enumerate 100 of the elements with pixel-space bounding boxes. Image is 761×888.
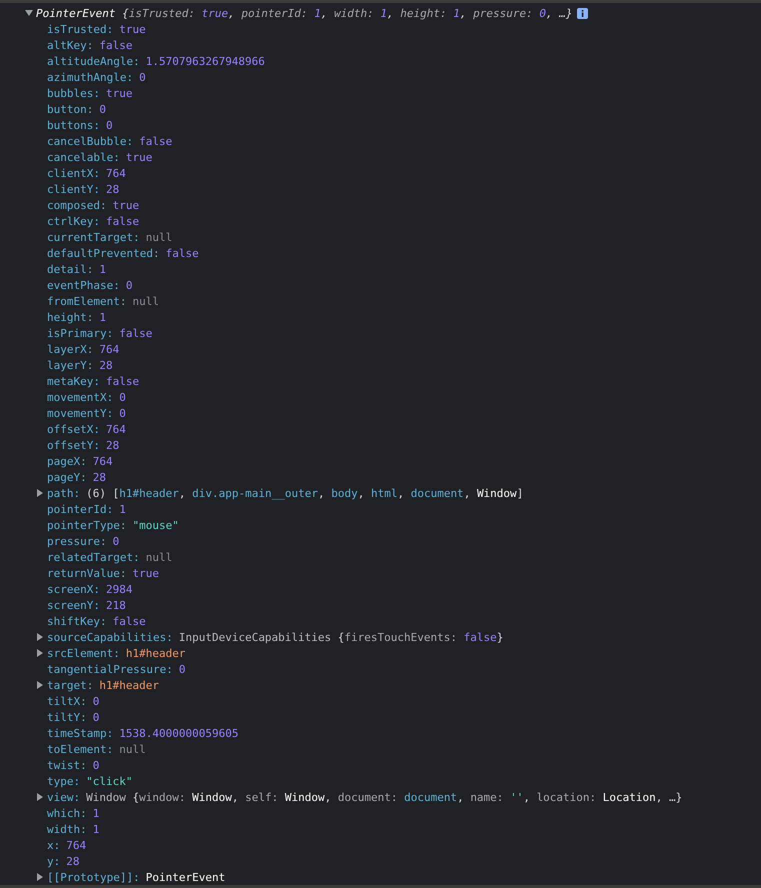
property-name: twist: (47, 758, 87, 772)
property-value: 28 (66, 854, 80, 868)
info-icon[interactable] (576, 8, 588, 18)
property-value: 0 (119, 406, 126, 420)
property-value: 28 (92, 470, 106, 484)
property-value: false (106, 374, 140, 388)
property-value: 1 (92, 806, 100, 820)
property-name: path: (47, 486, 80, 500)
property-value: 0 (92, 758, 100, 772)
property-name: cancelable: (47, 150, 120, 164)
property-name: [[Prototype]]: (47, 870, 140, 884)
property-value: h1#header (99, 678, 159, 692)
property-value: "click" (86, 774, 132, 788)
property-value: false (119, 326, 152, 340)
property-name: pageX: (47, 454, 87, 468)
property-name: target: (47, 678, 94, 692)
property-value: 764 (106, 166, 126, 180)
property-value: null (146, 230, 172, 244)
property-name: fromElement: (47, 294, 126, 308)
property-name: type: (47, 774, 80, 788)
property-value: null (132, 294, 159, 308)
property-name: layerY: (47, 358, 94, 372)
property-value: true (126, 150, 152, 164)
property-value: true (119, 22, 146, 36)
property-value: false (106, 214, 140, 228)
property-value: 0 (99, 102, 106, 116)
property-name: offsetY: (47, 438, 100, 452)
property-name: y: (47, 854, 60, 868)
property-value: 0 (139, 70, 146, 84)
property-name: cancelBubble: (47, 134, 134, 148)
property-name: toElement: (47, 742, 114, 756)
property-value: 218 (106, 598, 126, 612)
property-name: pointerType: (47, 518, 126, 532)
property-value: true (112, 198, 140, 212)
property-name: composed: (47, 198, 107, 212)
property-value: h1#header (126, 646, 186, 660)
property-value: 1 (99, 310, 106, 324)
property-name: shiftKey: (47, 614, 107, 628)
property-value: true (106, 86, 132, 100)
property-name: screenX: (47, 582, 100, 596)
property-name: timeStamp: (47, 726, 114, 740)
property-value: 764 (99, 342, 120, 356)
property-name: pressure: (47, 534, 107, 548)
property-name: ctrlKey: (47, 214, 100, 228)
property-value: 28 (99, 358, 113, 372)
property-value: true (132, 566, 159, 580)
object-preview: PointerEvent {isTrusted: true, pointerId: 1, width: 1, height: 1, pressure: 0, …} (36, 6, 573, 20)
property-name: srcElement: (47, 646, 120, 660)
property-value: 2984 (106, 582, 132, 596)
property-value: (6) [h1#header, div.app-main__outer, body, html, document, Window] (86, 486, 524, 500)
property-name: detail: (47, 262, 94, 276)
property-name: tiltX: (47, 694, 87, 708)
property-name: tangentialPressure: (47, 662, 173, 676)
property-value: 764 (92, 454, 113, 468)
property-name: bubbles: (47, 86, 100, 100)
property-name: height: (47, 310, 94, 324)
property-value: 0 (106, 118, 113, 132)
property-name: clientY: (47, 182, 100, 196)
property-value: 28 (106, 438, 120, 452)
property-name: defaultPrevented: (47, 246, 160, 260)
property-value: 764 (106, 422, 126, 436)
property-value: 764 (66, 838, 86, 852)
property-name: returnValue: (47, 566, 126, 580)
property-name: buttons: (47, 118, 100, 132)
property-value: 1 (99, 262, 106, 276)
expand-triangle-icon[interactable] (36, 489, 44, 497)
property-value: 0 (126, 278, 132, 292)
expand-triangle-icon[interactable] (36, 793, 44, 801)
property-name: x: (47, 838, 60, 852)
property-name: relatedTarget: (47, 550, 140, 564)
property-name: layerX: (47, 342, 94, 356)
property-value: 1 (92, 822, 100, 836)
property-name: eventPhase: (47, 278, 120, 292)
expand-triangle-icon[interactable] (36, 873, 44, 881)
property-name: azimuthAngle: (47, 70, 134, 84)
expand-triangle-icon[interactable] (36, 681, 44, 689)
property-value: "mouse" (132, 518, 179, 532)
property-name: altitudeAngle: (47, 54, 140, 68)
property-name: which: (47, 806, 87, 820)
property-value: 1538.4000000059605 (119, 726, 238, 740)
property-name: pointerId: (47, 502, 114, 516)
property-value: false (139, 134, 172, 148)
property-value: 0 (92, 694, 100, 708)
property-name: width: (47, 822, 87, 836)
property-name: currentTarget: (47, 230, 140, 244)
collapse-triangle-icon[interactable] (25, 9, 33, 17)
property-name: altKey: (47, 38, 94, 52)
property-name: isTrusted: (47, 22, 114, 36)
property-value: 0 (178, 662, 186, 676)
property-name: metaKey: (47, 374, 100, 388)
property-name: movementX: (47, 390, 114, 404)
property-value: null (119, 742, 146, 756)
property-name: tiltY: (47, 710, 87, 724)
property-name: sourceCapabilities: (47, 630, 173, 644)
expand-triangle-icon[interactable] (36, 633, 44, 641)
property-value: InputDeviceCapabilities {firesTouchEvents: false} (178, 630, 504, 644)
property-value: false (166, 246, 199, 260)
property-name: isPrimary: (47, 326, 114, 340)
property-value: 1.5707963267948966 (146, 54, 265, 68)
expand-triangle-icon[interactable] (36, 649, 44, 657)
